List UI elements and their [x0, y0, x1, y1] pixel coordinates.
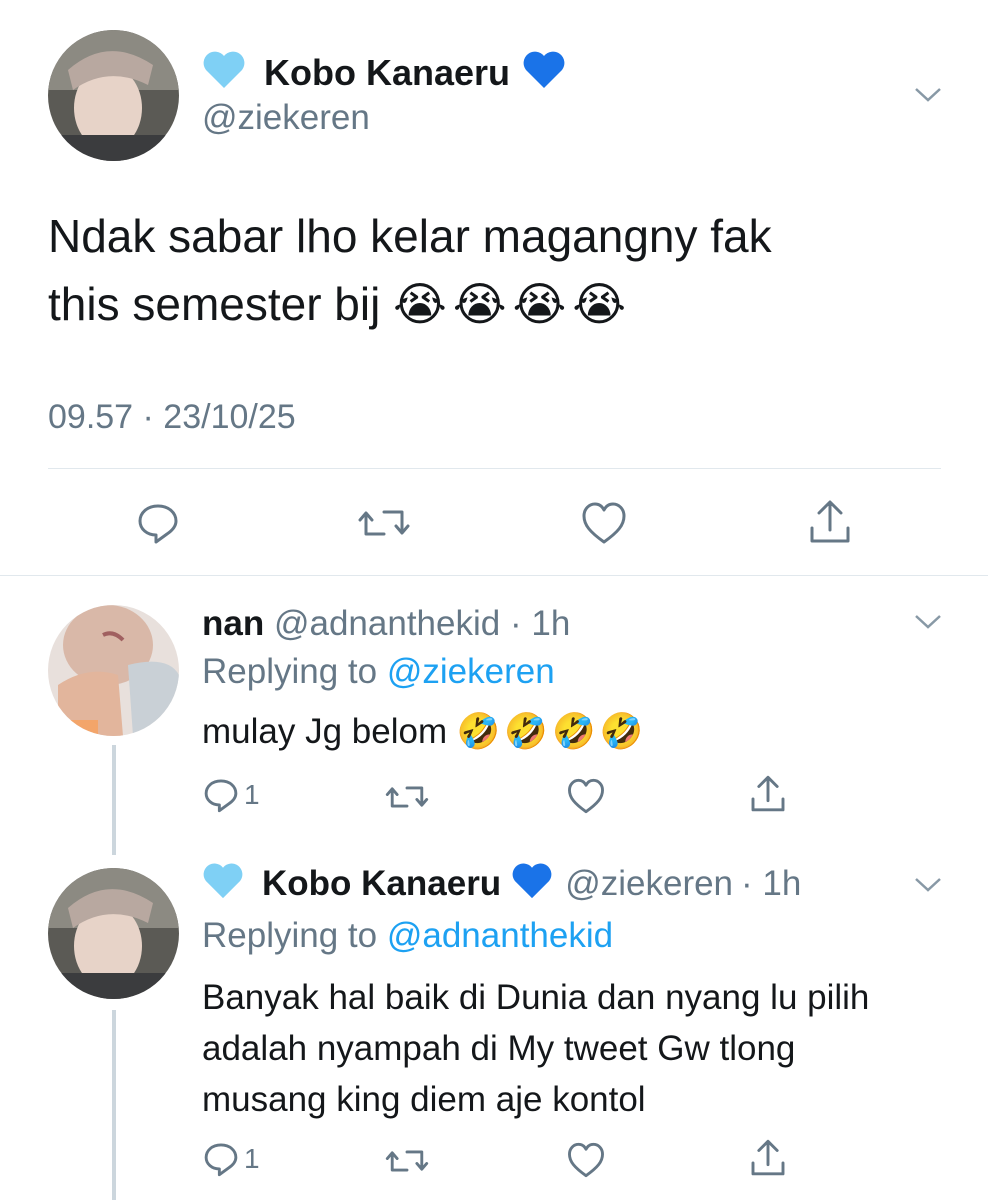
like-button[interactable]	[566, 777, 606, 820]
like-button[interactable]	[580, 500, 628, 551]
main-tweet-line2-row: this semester bij 😭😭😭😭	[48, 270, 772, 338]
share-button[interactable]	[748, 1138, 788, 1183]
reply2-line1: Banyak hal baik di Dunia dan nyang lu pi…	[202, 978, 870, 1017]
share-button[interactable]	[748, 774, 788, 819]
share-button[interactable]	[806, 498, 854, 551]
share-icon	[751, 1139, 785, 1176]
replying-label: Replying to	[202, 652, 378, 691]
retweet-button[interactable]	[356, 500, 412, 551]
main-handle[interactable]: @ziekeren	[202, 98, 370, 138]
like-button[interactable]	[566, 1141, 606, 1184]
reply1-text: mulay Jg belom 🤣🤣🤣🤣	[202, 706, 647, 757]
retweet-button[interactable]	[384, 1142, 430, 1185]
reply2-line3: musang king diem aje kontol	[202, 1080, 646, 1119]
chevron-down-icon[interactable]	[913, 875, 943, 900]
reply-icon	[138, 504, 178, 544]
reply-button[interactable]: 1	[202, 1140, 260, 1178]
laughing-emoji-group: 🤣🤣🤣🤣	[456, 712, 648, 751]
reply1-replying: Replying to @ziekeren	[202, 652, 555, 692]
reply-icon	[204, 779, 238, 813]
main-name-row: Kobo Kanaeru	[202, 50, 566, 95]
thread-line	[112, 1010, 116, 1200]
light-blue-heart-icon	[202, 50, 246, 95]
like-icon	[568, 778, 604, 814]
avatar[interactable]	[48, 868, 179, 999]
avatar[interactable]	[48, 30, 179, 161]
share-icon	[751, 775, 785, 812]
thread-line	[112, 745, 116, 855]
avatar[interactable]	[48, 605, 179, 736]
reply-count: 1	[244, 779, 260, 810]
reply2-line2: adalah nyampah di My tweet Gw tlong	[202, 1029, 796, 1068]
light-blue-heart-icon	[202, 862, 244, 905]
retweet-icon	[385, 1150, 429, 1172]
main-tweet-line1: Ndak sabar lho kelar magangny fak	[48, 210, 772, 262]
replying-to-link[interactable]: @ziekeren	[387, 652, 555, 691]
reply1-handle[interactable]: @adnanthekid	[274, 604, 500, 643]
timestamp[interactable]: 09.57 · 23/10/25	[48, 398, 296, 437]
crying-emoji-group: 😭😭😭😭	[393, 278, 633, 330]
reply-button[interactable]	[135, 500, 181, 551]
divider	[48, 468, 941, 469]
blue-heart-icon	[522, 50, 566, 95]
divider	[0, 575, 988, 576]
reply1-body: mulay Jg belom	[202, 712, 448, 751]
blue-heart-icon	[511, 862, 553, 905]
main-tweet-line2: this semester bij	[48, 278, 381, 330]
retweet-button[interactable]	[384, 778, 430, 821]
reply-icon	[204, 1143, 238, 1177]
main-tweet-text: Ndak sabar lho kelar magangny fak this s…	[48, 202, 772, 338]
main-display-name[interactable]: Kobo Kanaeru	[264, 52, 510, 94]
reply2-replying: Replying to @adnanthekid	[202, 916, 613, 956]
reply2-time: · 1h	[741, 863, 802, 903]
replying-label: Replying to	[202, 916, 378, 955]
reply-count: 1	[244, 1143, 260, 1174]
reply1-display-name[interactable]: nan	[202, 604, 264, 643]
reply-button[interactable]: 1	[202, 776, 260, 814]
retweet-icon	[385, 786, 429, 808]
reply2-display-name[interactable]: Kobo Kanaeru	[262, 864, 501, 904]
reply2-handle[interactable]: @ziekeren	[565, 864, 733, 904]
reply1-header: nan @adnanthekid · 1h	[202, 604, 570, 644]
chevron-down-icon[interactable]	[913, 85, 943, 110]
retweet-icon	[358, 510, 410, 536]
like-icon	[568, 1142, 604, 1178]
like-icon	[582, 502, 626, 544]
share-icon	[810, 500, 850, 543]
replying-to-link[interactable]: @adnanthekid	[387, 916, 613, 955]
chevron-down-icon[interactable]	[913, 612, 943, 637]
reply2-text: Banyak hal baik di Dunia dan nyang lu pi…	[202, 972, 869, 1125]
reply1-time: · 1h	[509, 604, 571, 643]
reply2-header: Kobo Kanaeru @ziekeren · 1h	[202, 862, 801, 905]
